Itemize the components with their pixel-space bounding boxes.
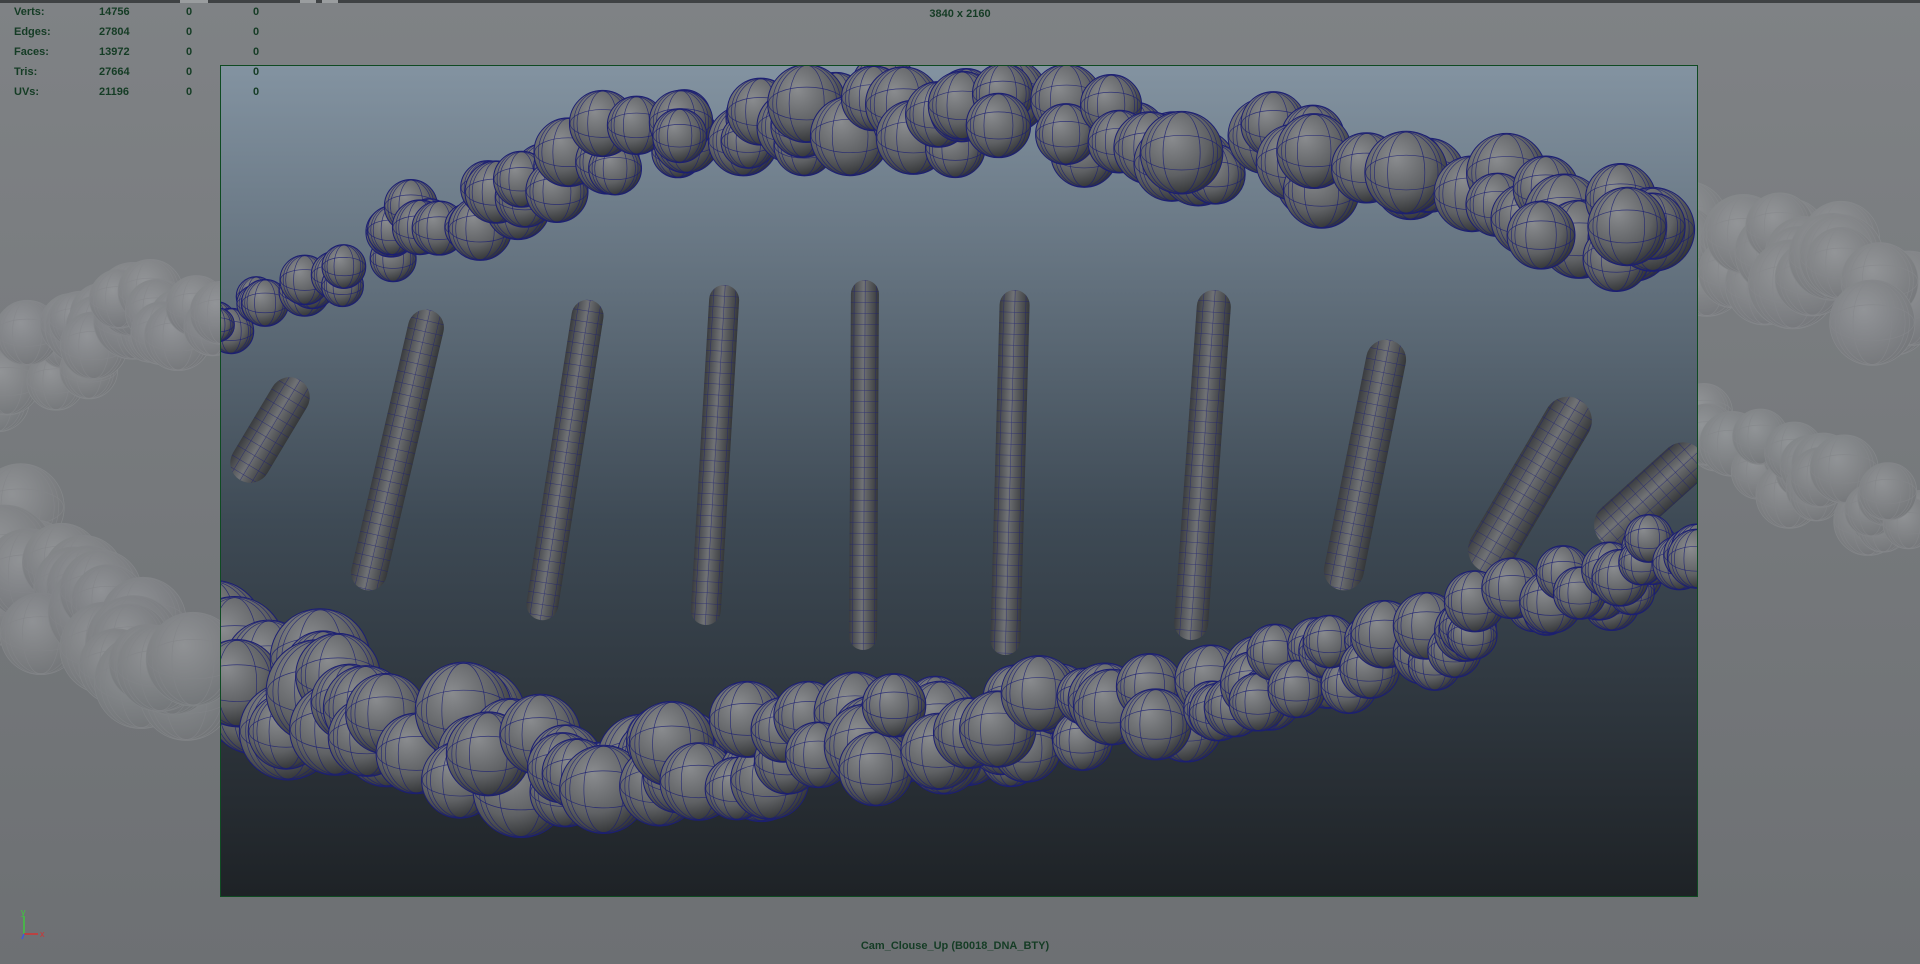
nucleotide-sphere [1506, 200, 1576, 270]
nucleotide-sphere [321, 244, 367, 289]
hud-value: 0 [253, 86, 260, 98]
hud-value: 0 [253, 66, 260, 78]
hud-label: Edges: [14, 26, 51, 38]
hud-value: 0 [186, 26, 193, 38]
base-pair-rung [849, 279, 879, 651]
nucleotide-sphere [1829, 279, 1916, 366]
hud-row-tris: Tris: 27664 0 0 [14, 62, 274, 82]
hud-row-edges: Edges: 27804 0 0 [14, 22, 274, 42]
hud-row-uvs: UVs: 21196 0 0 [14, 82, 274, 102]
dna-helix-scene[interactable] [0, 0, 1920, 964]
hud-value: 21196 [99, 86, 129, 98]
hud-label: Faces: [14, 46, 49, 58]
hud-value: 0 [186, 46, 193, 58]
nucleotide-sphere [1858, 462, 1918, 521]
hud-label: UVs: [14, 86, 40, 98]
camera-name-label: Cam_Clouse_Up (B0018_DNA_BTY) [860, 940, 1050, 952]
hud-value: 13972 [99, 46, 130, 58]
nucleotide-sphere [1587, 186, 1667, 267]
nucleotide-sphere [1139, 110, 1224, 195]
nucleotide-sphere [1667, 528, 1697, 589]
hud-value: 27664 [99, 66, 130, 78]
nucleotide-sphere [652, 108, 708, 164]
axis-z-line [21, 933, 25, 940]
hud-value: 0 [253, 46, 260, 58]
nucleotide-sphere [965, 92, 1032, 159]
hud-value: 0 [186, 86, 193, 98]
hud-value: 0 [186, 66, 193, 78]
hud-row-faces: Faces: 13972 0 0 [14, 42, 274, 62]
hud-value: 0 [253, 26, 260, 38]
hud-label: Tris: [14, 66, 38, 78]
maya-viewport[interactable]: Verts: 14756 0 0 Edges: 27804 0 0 Faces:… [0, 0, 1920, 964]
axis-x-label: x [40, 929, 45, 939]
resolution-label: 3840 x 2160 [929, 8, 991, 20]
axis-y-label: y [21, 907, 26, 917]
view-axis-gizmo: y x [21, 907, 45, 940]
hud-value: 27804 [99, 26, 130, 38]
